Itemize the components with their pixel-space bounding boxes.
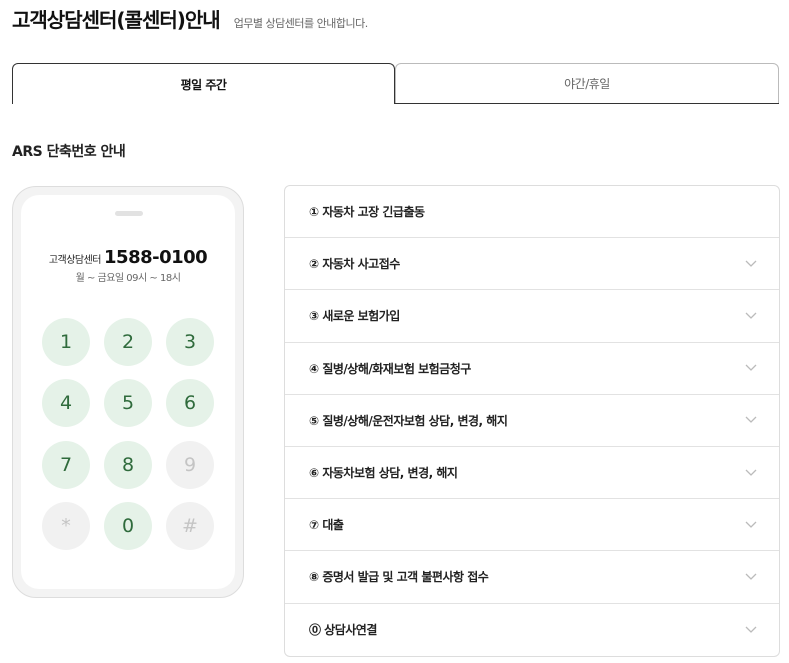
ars-menu-label: ⑧ 증명서 발급 및 고객 불편사항 접수 xyxy=(309,570,489,585)
keypad-key[interactable]: * xyxy=(42,502,90,550)
tab-night-holiday[interactable]: 야간/휴일 xyxy=(395,63,779,104)
keypad-key[interactable]: 2 xyxy=(104,318,152,366)
keypad-key[interactable]: 8 xyxy=(104,441,152,489)
page-header: 고객상담센터(콜센터)안내 업무별 상담센터를 안내합니다. xyxy=(12,4,368,33)
call-center-hours: 월 ~ 금요일 09시 ~ 18시 xyxy=(75,273,181,284)
chevron-down-icon[interactable] xyxy=(745,573,757,581)
keypad-key[interactable]: 5 xyxy=(104,379,152,427)
chevron-down-icon[interactable] xyxy=(745,312,757,320)
ars-menu-item[interactable]: ② 자동차 사고접수 xyxy=(285,238,779,291)
chevron-down-icon[interactable] xyxy=(745,469,757,477)
keypad-key[interactable]: # xyxy=(166,502,214,550)
page-title: 고객상담센터(콜센터)안내 xyxy=(12,8,221,32)
ars-menu-label: ④ 질병/상해/화재보험 보험금청구 xyxy=(309,361,471,376)
ars-menu-label: ① 자동차 고장 긴급출동 xyxy=(309,205,425,220)
tab-weekday-daytime[interactable]: 평일 주간 xyxy=(12,63,395,104)
keypad-key[interactable]: 4 xyxy=(42,379,90,427)
ars-menu-item[interactable]: ③ 새로운 보험가입 xyxy=(285,290,779,343)
ars-menu-label: ② 자동차 사고접수 xyxy=(309,257,400,272)
ars-menu-item[interactable]: ④ 질병/상해/화재보험 보험금청구 xyxy=(285,343,779,395)
ars-menu-label: ⑥ 자동차보험 상담, 변경, 해지 xyxy=(309,466,458,481)
ars-menu-label: ⓪ 상담사연결 xyxy=(309,623,377,638)
phone-screen: 고객상담센터 1588-0100 월 ~ 금요일 09시 ~ 18시 1 2 3 … xyxy=(21,195,235,589)
chevron-down-icon[interactable] xyxy=(745,626,757,634)
keypad-key[interactable]: 1 xyxy=(42,318,90,366)
chevron-down-icon[interactable] xyxy=(745,521,757,529)
section-title: ARS 단축번호 안내 xyxy=(12,144,126,160)
ars-menu-item[interactable]: ⑦ 대출 xyxy=(285,499,779,552)
ars-menu-item[interactable]: ⓪ 상담사연결 xyxy=(285,604,779,656)
call-center-name: 고객상담센터 xyxy=(48,255,102,266)
phone-speaker xyxy=(115,211,143,216)
tab-underline xyxy=(383,103,779,104)
ars-menu-label: ③ 새로운 보험가입 xyxy=(309,309,400,324)
ars-menu-list: ① 자동차 고장 긴급출동 ② 자동차 사고접수 ③ 새로운 보험가입 ④ 질병… xyxy=(284,185,780,657)
ars-menu-item[interactable]: ⑧ 증명서 발급 및 고객 불편사항 접수 xyxy=(285,551,779,604)
chevron-down-icon[interactable] xyxy=(745,260,757,268)
page-subtitle: 업무별 상담센터를 안내합니다. xyxy=(233,17,369,30)
keypad-key[interactable]: 0 xyxy=(104,502,152,550)
keypad-key[interactable]: 6 xyxy=(166,379,214,427)
ars-menu-item[interactable]: ⑥ 자동차보험 상담, 변경, 해지 xyxy=(285,447,779,500)
time-tabs: 평일 주간 야간/휴일 xyxy=(12,63,779,104)
keypad-key[interactable]: 7 xyxy=(42,441,90,489)
ars-menu-label: ⑦ 대출 xyxy=(309,518,344,533)
phone-illustration: 고객상담센터 1588-0100 월 ~ 금요일 09시 ~ 18시 1 2 3 … xyxy=(12,186,244,598)
ars-menu-item[interactable]: ⑤ 질병/상해/운전자보험 상담, 변경, 해지 xyxy=(285,395,779,447)
call-center-info: 고객상담센터 1588-0100 xyxy=(21,247,235,268)
ars-menu-label: ⑤ 질병/상해/운전자보험 상담, 변경, 해지 xyxy=(309,413,508,428)
keypad-key[interactable]: 3 xyxy=(166,318,214,366)
ars-menu-item[interactable]: ① 자동차 고장 긴급출동 xyxy=(285,186,779,239)
chevron-down-icon[interactable] xyxy=(745,416,757,424)
call-center-number: 1588-0100 xyxy=(104,247,208,268)
chevron-down-icon[interactable] xyxy=(745,364,757,372)
keypad-key[interactable]: 9 xyxy=(166,441,214,489)
